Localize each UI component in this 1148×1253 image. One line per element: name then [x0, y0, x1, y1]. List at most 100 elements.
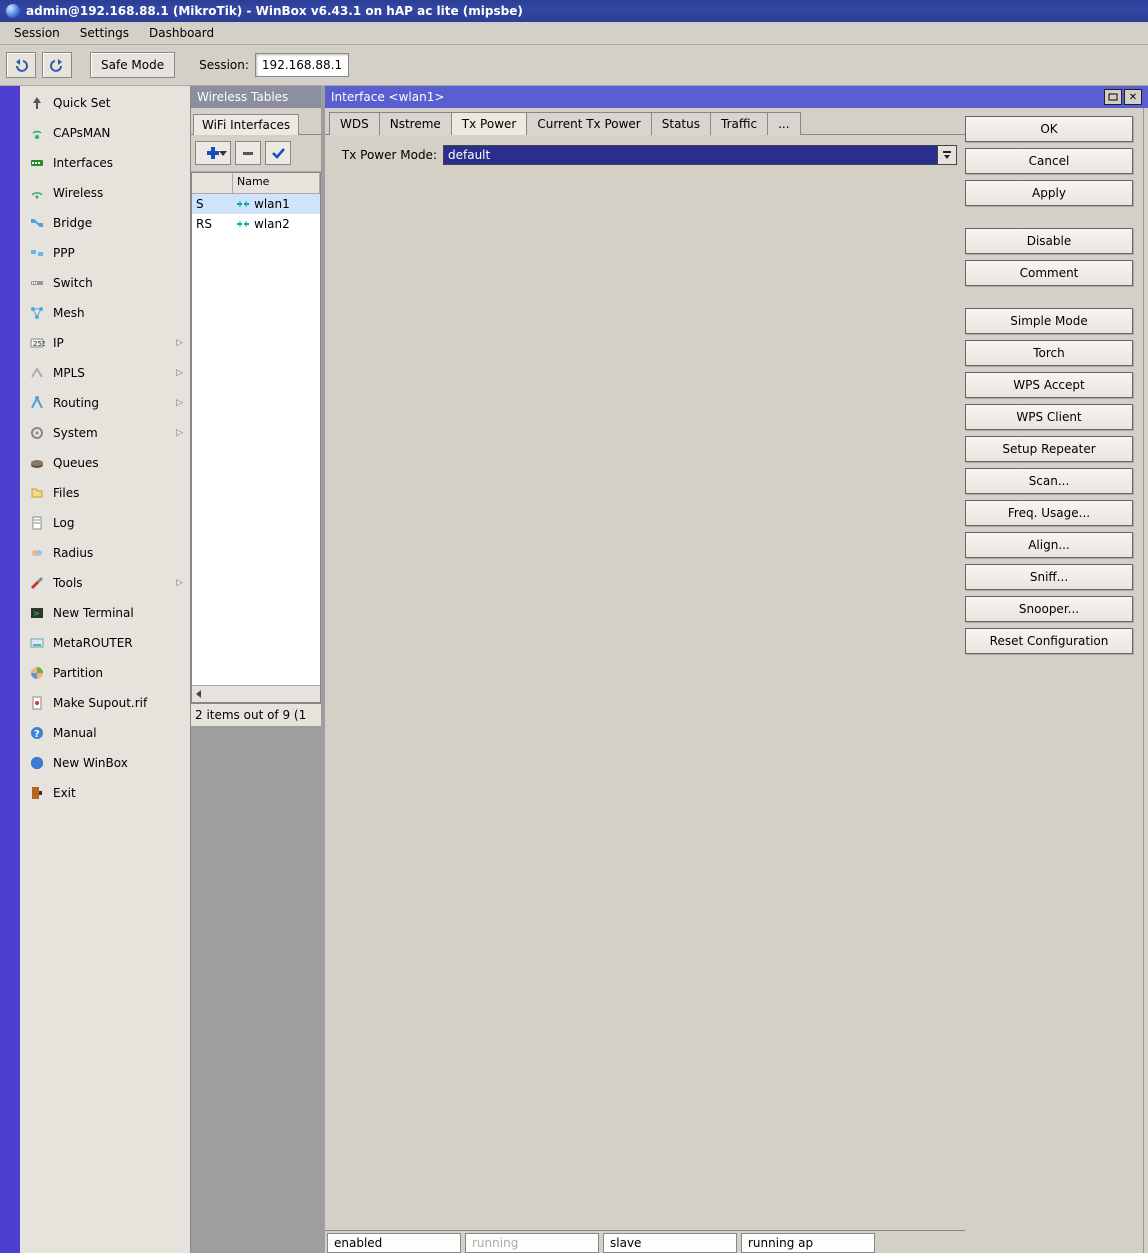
remove-button[interactable] — [235, 141, 261, 165]
wps-accept-button[interactable]: WPS Accept — [965, 372, 1133, 398]
sidebar-item-label: Partition — [53, 666, 103, 680]
sidebar-item-mpls[interactable]: MPLS▷ — [20, 358, 190, 388]
cancel-button[interactable]: Cancel — [965, 148, 1133, 174]
sidebar-item-files[interactable]: Files — [20, 478, 190, 508]
sidebar-item-tools[interactable]: Tools▷ — [20, 568, 190, 598]
sidebar-item-make-supout-rif[interactable]: Make Supout.rif — [20, 688, 190, 718]
sidebar-item-metarouter[interactable]: MetaROUTER — [20, 628, 190, 658]
tab-tx-power[interactable]: Tx Power — [451, 112, 528, 135]
sidebar-item-manual[interactable]: ?Manual — [20, 718, 190, 748]
table-row[interactable]: RSwlan2 — [192, 214, 320, 234]
window-restore-button[interactable] — [1104, 89, 1122, 105]
system-icon — [29, 425, 45, 441]
sidebar-item-log[interactable]: Log — [20, 508, 190, 538]
sidebar-item-mesh[interactable]: Mesh — [20, 298, 190, 328]
bridge-icon — [29, 215, 45, 231]
tab-traffic[interactable]: Traffic — [710, 112, 768, 135]
sidebar-item-label: New Terminal — [53, 606, 134, 620]
sidebar-item-ppp[interactable]: PPP — [20, 238, 190, 268]
sidebar-item-partition[interactable]: Partition — [20, 658, 190, 688]
wlan-icon — [236, 218, 250, 230]
redo-button[interactable] — [42, 52, 72, 78]
routing-icon — [29, 395, 45, 411]
sidebar-item-bridge[interactable]: Bridge — [20, 208, 190, 238]
tx-power-mode-label: Tx Power Mode: — [333, 148, 437, 162]
undo-button[interactable] — [6, 52, 36, 78]
submenu-arrow-icon: ▷ — [176, 368, 183, 378]
col-name[interactable]: Name — [233, 173, 320, 193]
window-close-button[interactable]: ✕ — [1124, 89, 1142, 105]
sidebar-item-queues[interactable]: Queues — [20, 448, 190, 478]
scan-button[interactable]: Scan... — [965, 468, 1133, 494]
status-running-ap: running ap — [741, 1233, 875, 1253]
sidebar-item-new-terminal[interactable]: > New Terminal — [20, 598, 190, 628]
sidebar-item-label: CAPsMAN — [53, 126, 110, 140]
sidebar-item-capsman[interactable]: CAPsMAN — [20, 118, 190, 148]
tab-wifi-interfaces[interactable]: WiFi Interfaces — [193, 114, 299, 135]
apply-button[interactable]: Apply — [965, 180, 1133, 206]
ok-button[interactable]: OK — [965, 116, 1133, 142]
sidebar-item-ip[interactable]: 255IP▷ — [20, 328, 190, 358]
partition-icon — [29, 665, 45, 681]
table-row[interactable]: Swlan1 — [192, 194, 320, 214]
sidebar-item-new-winbox[interactable]: New WinBox — [20, 748, 190, 778]
sidebar-item-quick-set[interactable]: Quick Set — [20, 88, 190, 118]
window-title: admin@192.168.88.1 (MikroTik) - WinBox v… — [26, 4, 523, 18]
setup-repeater-button[interactable]: Setup Repeater — [965, 436, 1133, 462]
mpls-icon — [29, 365, 45, 381]
tab-status[interactable]: Status — [651, 112, 711, 135]
submenu-arrow-icon: ▷ — [176, 338, 183, 348]
tab-wds[interactable]: WDS — [329, 112, 380, 135]
wireless-tables-tabs: WiFi Interfaces — [191, 108, 321, 135]
sidebar-item-label: New WinBox — [53, 756, 128, 770]
simple-mode-button[interactable]: Simple Mode — [965, 308, 1133, 334]
comment-button[interactable]: Comment — [965, 260, 1133, 286]
sidebar-item-label: Radius — [53, 546, 93, 560]
menu-session[interactable]: Session — [4, 24, 70, 42]
safe-mode-button[interactable]: Safe Mode — [90, 52, 175, 78]
metarouter-icon — [29, 635, 45, 651]
svg-text:>: > — [33, 609, 40, 618]
sidebar-item-label: System — [53, 426, 98, 440]
sniff-button[interactable]: Sniff... — [965, 564, 1133, 590]
exit-icon — [29, 785, 45, 801]
switch-icon — [29, 275, 45, 291]
snooper-button[interactable]: Snooper... — [965, 596, 1133, 622]
add-button[interactable] — [195, 141, 231, 165]
freq-usage-button[interactable]: Freq. Usage... — [965, 500, 1133, 526]
h-scrollbar[interactable] — [192, 685, 320, 702]
sidebar-item-interfaces[interactable]: Interfaces — [20, 148, 190, 178]
sidebar-item-routing[interactable]: Routing▷ — [20, 388, 190, 418]
tx-power-mode-combo[interactable]: default — [443, 145, 957, 165]
svg-text:?: ? — [34, 729, 40, 740]
session-address: 192.168.88.1 — [255, 53, 349, 77]
sidebar-item-wireless[interactable]: Wireless — [20, 178, 190, 208]
reset-configuration-button[interactable]: Reset Configuration — [965, 628, 1133, 654]
submenu-arrow-icon: ▷ — [176, 428, 183, 438]
tab--[interactable]: ... — [767, 112, 800, 135]
tab-current-tx-power[interactable]: Current Tx Power — [526, 112, 651, 135]
wireless-tables-window: Wireless Tables WiFi Interfaces Name — [191, 86, 325, 1253]
wps-client-button[interactable]: WPS Client — [965, 404, 1133, 430]
combo-dropdown-button[interactable] — [938, 145, 957, 165]
menu-settings[interactable]: Settings — [70, 24, 139, 42]
torch-button[interactable]: Torch — [965, 340, 1133, 366]
sidebar-item-exit[interactable]: Exit — [20, 778, 190, 808]
menu-dashboard[interactable]: Dashboard — [139, 24, 224, 42]
col-flags[interactable] — [192, 173, 233, 193]
sidebar-item-label: IP — [53, 336, 64, 350]
enable-button[interactable] — [265, 141, 291, 165]
interface-wlan1-window: Interface <wlan1> ✕ WDSNstremeTx PowerCu… — [325, 86, 1148, 1253]
align-button[interactable]: Align... — [965, 532, 1133, 558]
interface-status-strip: enabled running slave running ap — [325, 1230, 965, 1253]
window-titlebar: admin@192.168.88.1 (MikroTik) - WinBox v… — [0, 0, 1148, 22]
sidebar-item-system[interactable]: System ▷ — [20, 418, 190, 448]
sidebar-item-switch[interactable]: Switch — [20, 268, 190, 298]
wireless-interfaces-table: Name Swlan1RSwlan2 — [191, 172, 321, 703]
sidebar-item-label: Routing — [53, 396, 99, 410]
sidebar-item-radius[interactable]: Radius — [20, 538, 190, 568]
sidebar-item-label: Log — [53, 516, 74, 530]
tab-nstreme[interactable]: Nstreme — [379, 112, 452, 135]
sidebar-item-label: PPP — [53, 246, 75, 260]
disable-button[interactable]: Disable — [965, 228, 1133, 254]
